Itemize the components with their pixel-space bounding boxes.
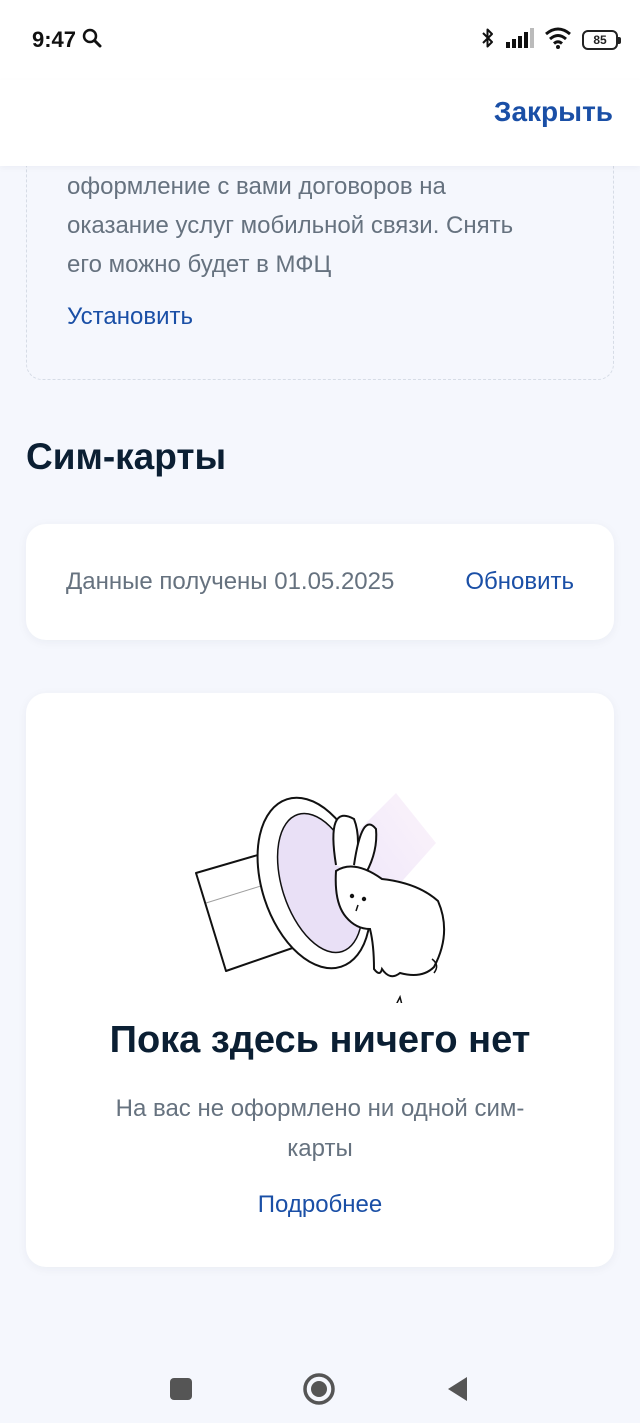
refresh-link[interactable]: Обновить — [465, 568, 574, 596]
status-bar: 9:47 85 — [0, 0, 640, 80]
home-square-icon[interactable] — [161, 1369, 201, 1409]
empty-state-subtitle-line: карты — [287, 1135, 353, 1162]
notice-line: оказание услуг мобильной связи. Снять — [67, 212, 514, 239]
wifi-icon — [544, 27, 572, 54]
bluetooth-icon — [480, 26, 496, 55]
circle-home-icon[interactable] — [299, 1369, 339, 1409]
install-link[interactable]: Установить — [67, 303, 193, 331]
magic-hat-illustration — [186, 733, 456, 1021]
details-link[interactable]: Подробнее — [26, 1191, 614, 1219]
battery-icon: 85 — [582, 30, 621, 50]
empty-state-subtitle: На вас не оформлено ни одной сим- карты — [90, 1089, 550, 1169]
back-triangle-icon[interactable] — [438, 1369, 478, 1409]
notice-line: его можно будет в МФЦ — [67, 251, 332, 278]
empty-state-title: Пока здесь ничего нет — [109, 1019, 531, 1061]
notice-text: оформление с вами договоров на оказание … — [67, 167, 587, 284]
empty-state-subtitle-line: На вас не оформлено ни одной сим- — [115, 1095, 525, 1122]
system-navigation-bar — [0, 1345, 640, 1423]
status-time: 9:47 — [32, 27, 77, 52]
status-icons: 85 — [480, 26, 621, 55]
sync-card: Данные получены 01.05.2025 Обновить — [26, 524, 614, 640]
top-bar: Закрыть — [0, 80, 640, 166]
search-icon — [82, 28, 102, 53]
signal-icon — [506, 27, 534, 53]
notice-line: оформление с вами договоров на — [67, 173, 446, 200]
section-title: Сим-карты — [26, 436, 227, 477]
sync-status-text: Данные получены 01.05.2025 — [66, 568, 395, 595]
close-button[interactable]: Закрыть — [494, 96, 613, 128]
empty-state-card: Пока здесь ничего нет На вас не оформлен… — [26, 693, 614, 1267]
